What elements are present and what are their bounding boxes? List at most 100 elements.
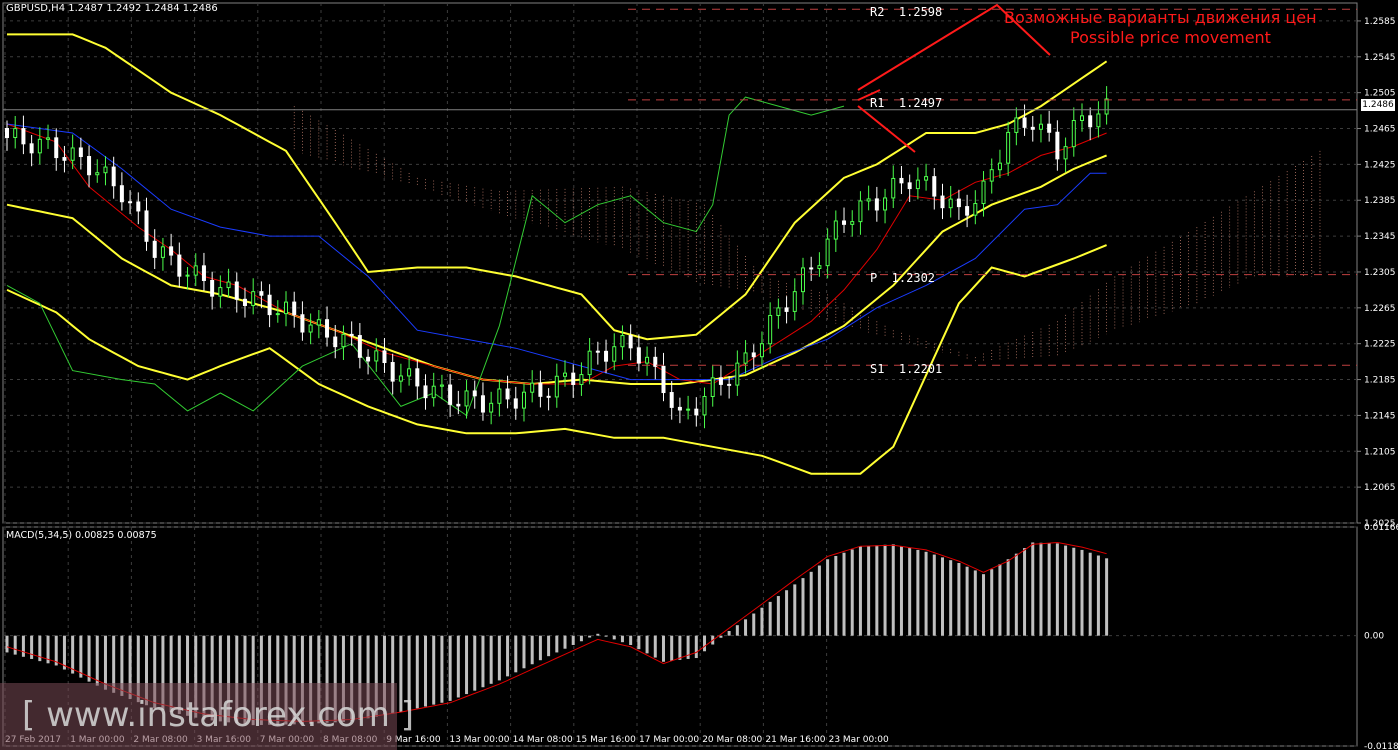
candle-body: [850, 221, 855, 225]
candle-body: [1030, 126, 1035, 130]
candle-body: [398, 375, 403, 382]
macd-histogram-bar: [932, 554, 936, 636]
macd-histogram-bar: [514, 635, 518, 673]
candle-body: [702, 396, 707, 416]
candle-body: [70, 147, 75, 161]
bollinger-upper: [7, 33, 1108, 341]
y-tick-label: 1.2185: [1364, 376, 1396, 386]
macd-histogram-bar: [883, 544, 887, 636]
candle-body: [13, 128, 18, 138]
candle-body: [645, 356, 650, 364]
x-tick-label: 17 Mar 00:00: [639, 735, 699, 745]
macd-tick-label: 0.01166: [1364, 523, 1398, 533]
candle-body: [95, 172, 100, 176]
candle-body: [677, 406, 682, 411]
macd-histogram-bar: [1055, 543, 1059, 636]
candle-body: [694, 408, 699, 416]
candle-body: [242, 298, 247, 306]
macd-histogram-bar: [940, 557, 944, 636]
candle-body: [521, 391, 526, 409]
candle-body: [1047, 123, 1052, 133]
candle-body: [530, 382, 535, 393]
macd-histogram-bar: [670, 635, 674, 661]
macd-histogram-bar: [1047, 543, 1051, 636]
candle-body: [62, 157, 67, 161]
macd-histogram-bar: [1088, 552, 1092, 636]
candle-body: [538, 382, 543, 397]
macd-histogram-bar: [415, 635, 419, 709]
candle-body: [735, 362, 740, 386]
candle-body: [940, 195, 945, 209]
y-tick-label: 1.2385: [1364, 196, 1396, 206]
candle-body: [989, 169, 994, 182]
macd-histogram-bar: [653, 635, 657, 658]
macd-histogram-bar: [719, 635, 723, 638]
macd-histogram-bar: [801, 578, 805, 636]
candle-body: [390, 362, 395, 382]
candle-body: [234, 281, 239, 300]
candle-body: [956, 198, 961, 208]
candle-body: [751, 352, 756, 358]
annotation-en: Possible price movement: [1070, 28, 1271, 47]
price-chart[interactable]: 1.2585 1.2545 1.2505 1.2465 1.2425 1.2385 1.23…: [0, 0, 1398, 750]
y-tick-label: 1.2545: [1364, 53, 1396, 63]
macd-histogram-bar: [875, 545, 879, 636]
macd-histogram-bar: [867, 545, 871, 636]
candle-body: [1071, 119, 1076, 148]
y-tick-label: 1.2105: [1364, 447, 1396, 457]
candle-body: [193, 265, 198, 276]
macd-histogram-bar: [62, 635, 66, 670]
macd-histogram-bar: [604, 635, 608, 637]
candle-body: [743, 352, 748, 364]
candle-body: [29, 143, 34, 154]
macd-histogram-bar: [842, 552, 846, 636]
macd-histogram-bar: [530, 635, 534, 665]
macd-histogram-bar: [629, 635, 633, 645]
macd-histogram-bar: [891, 544, 895, 636]
candle-body: [866, 198, 871, 202]
level-r1-label: R1 1.2497: [870, 96, 943, 110]
candle-body: [325, 319, 330, 338]
candle-body: [210, 279, 215, 297]
candle-body: [661, 365, 666, 394]
macd-histogram-bar: [776, 596, 780, 636]
candle-body: [571, 372, 576, 385]
candle-body: [907, 182, 912, 190]
candle-body: [997, 162, 1002, 171]
candle-body: [883, 197, 888, 211]
macd-histogram-bar: [998, 564, 1002, 636]
candle-body: [710, 377, 715, 398]
macd-histogram-bar: [473, 635, 477, 691]
macd-histogram-bar: [1031, 542, 1035, 636]
candle-body: [776, 307, 781, 316]
y-tick-label: 1.2145: [1364, 411, 1396, 421]
macd-histogram-bar: [703, 635, 707, 652]
macd-histogram-bar: [924, 551, 928, 636]
candle-body: [144, 210, 149, 242]
macd-histogram-bar: [596, 633, 600, 636]
candle-body: [513, 398, 518, 409]
macd-histogram-bar: [571, 635, 575, 645]
candle-body: [858, 200, 863, 223]
macd-histogram-bar: [661, 635, 665, 662]
candle-body: [792, 291, 797, 312]
candle-body: [349, 333, 354, 337]
candle-body: [480, 395, 485, 413]
candle-body: [136, 201, 141, 212]
candle-body: [185, 274, 190, 277]
candle-body: [37, 138, 42, 154]
macd-histogram-bar: [982, 574, 986, 636]
candle-body: [267, 294, 272, 316]
candle-body: [119, 185, 124, 203]
macd-histogram-bar: [612, 635, 616, 640]
macd-histogram-bar: [1006, 559, 1010, 636]
candle-body: [891, 177, 896, 199]
macd-histogram-bar: [13, 635, 17, 655]
y-tick-label: 1.2225: [1364, 340, 1396, 350]
macd-histogram-bar: [678, 635, 682, 660]
candle-body: [333, 336, 338, 348]
candle-body: [382, 350, 387, 364]
macd-histogram-bar: [1039, 542, 1043, 636]
candle-body: [464, 390, 469, 407]
candle-body: [1022, 117, 1027, 128]
